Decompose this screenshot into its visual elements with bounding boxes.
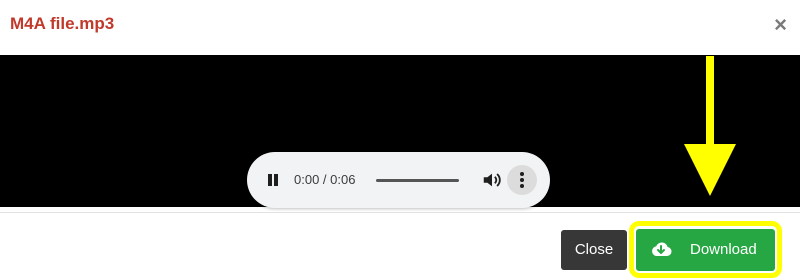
volume-icon[interactable] xyxy=(481,169,503,191)
cloud-download-icon xyxy=(650,240,672,258)
media-dialog: M4A file.mp3 × 0:00 / 0:06 Close Downloa… xyxy=(0,0,800,280)
pause-icon[interactable] xyxy=(261,168,285,192)
progress-slider[interactable] xyxy=(376,179,459,182)
footer-divider xyxy=(0,212,800,213)
download-button[interactable]: Download xyxy=(636,229,775,271)
close-icon[interactable]: × xyxy=(774,14,787,36)
audio-player: 0:00 / 0:06 xyxy=(247,152,550,208)
more-options-icon[interactable] xyxy=(507,165,537,195)
time-display: 0:00 / 0:06 xyxy=(294,172,356,187)
close-button[interactable]: Close xyxy=(561,230,627,270)
dialog-header: M4A file.mp3 × xyxy=(0,0,800,55)
arrow-annotation-icon xyxy=(684,56,736,196)
download-label: Download xyxy=(690,241,757,258)
dialog-title: M4A file.mp3 xyxy=(10,14,115,33)
